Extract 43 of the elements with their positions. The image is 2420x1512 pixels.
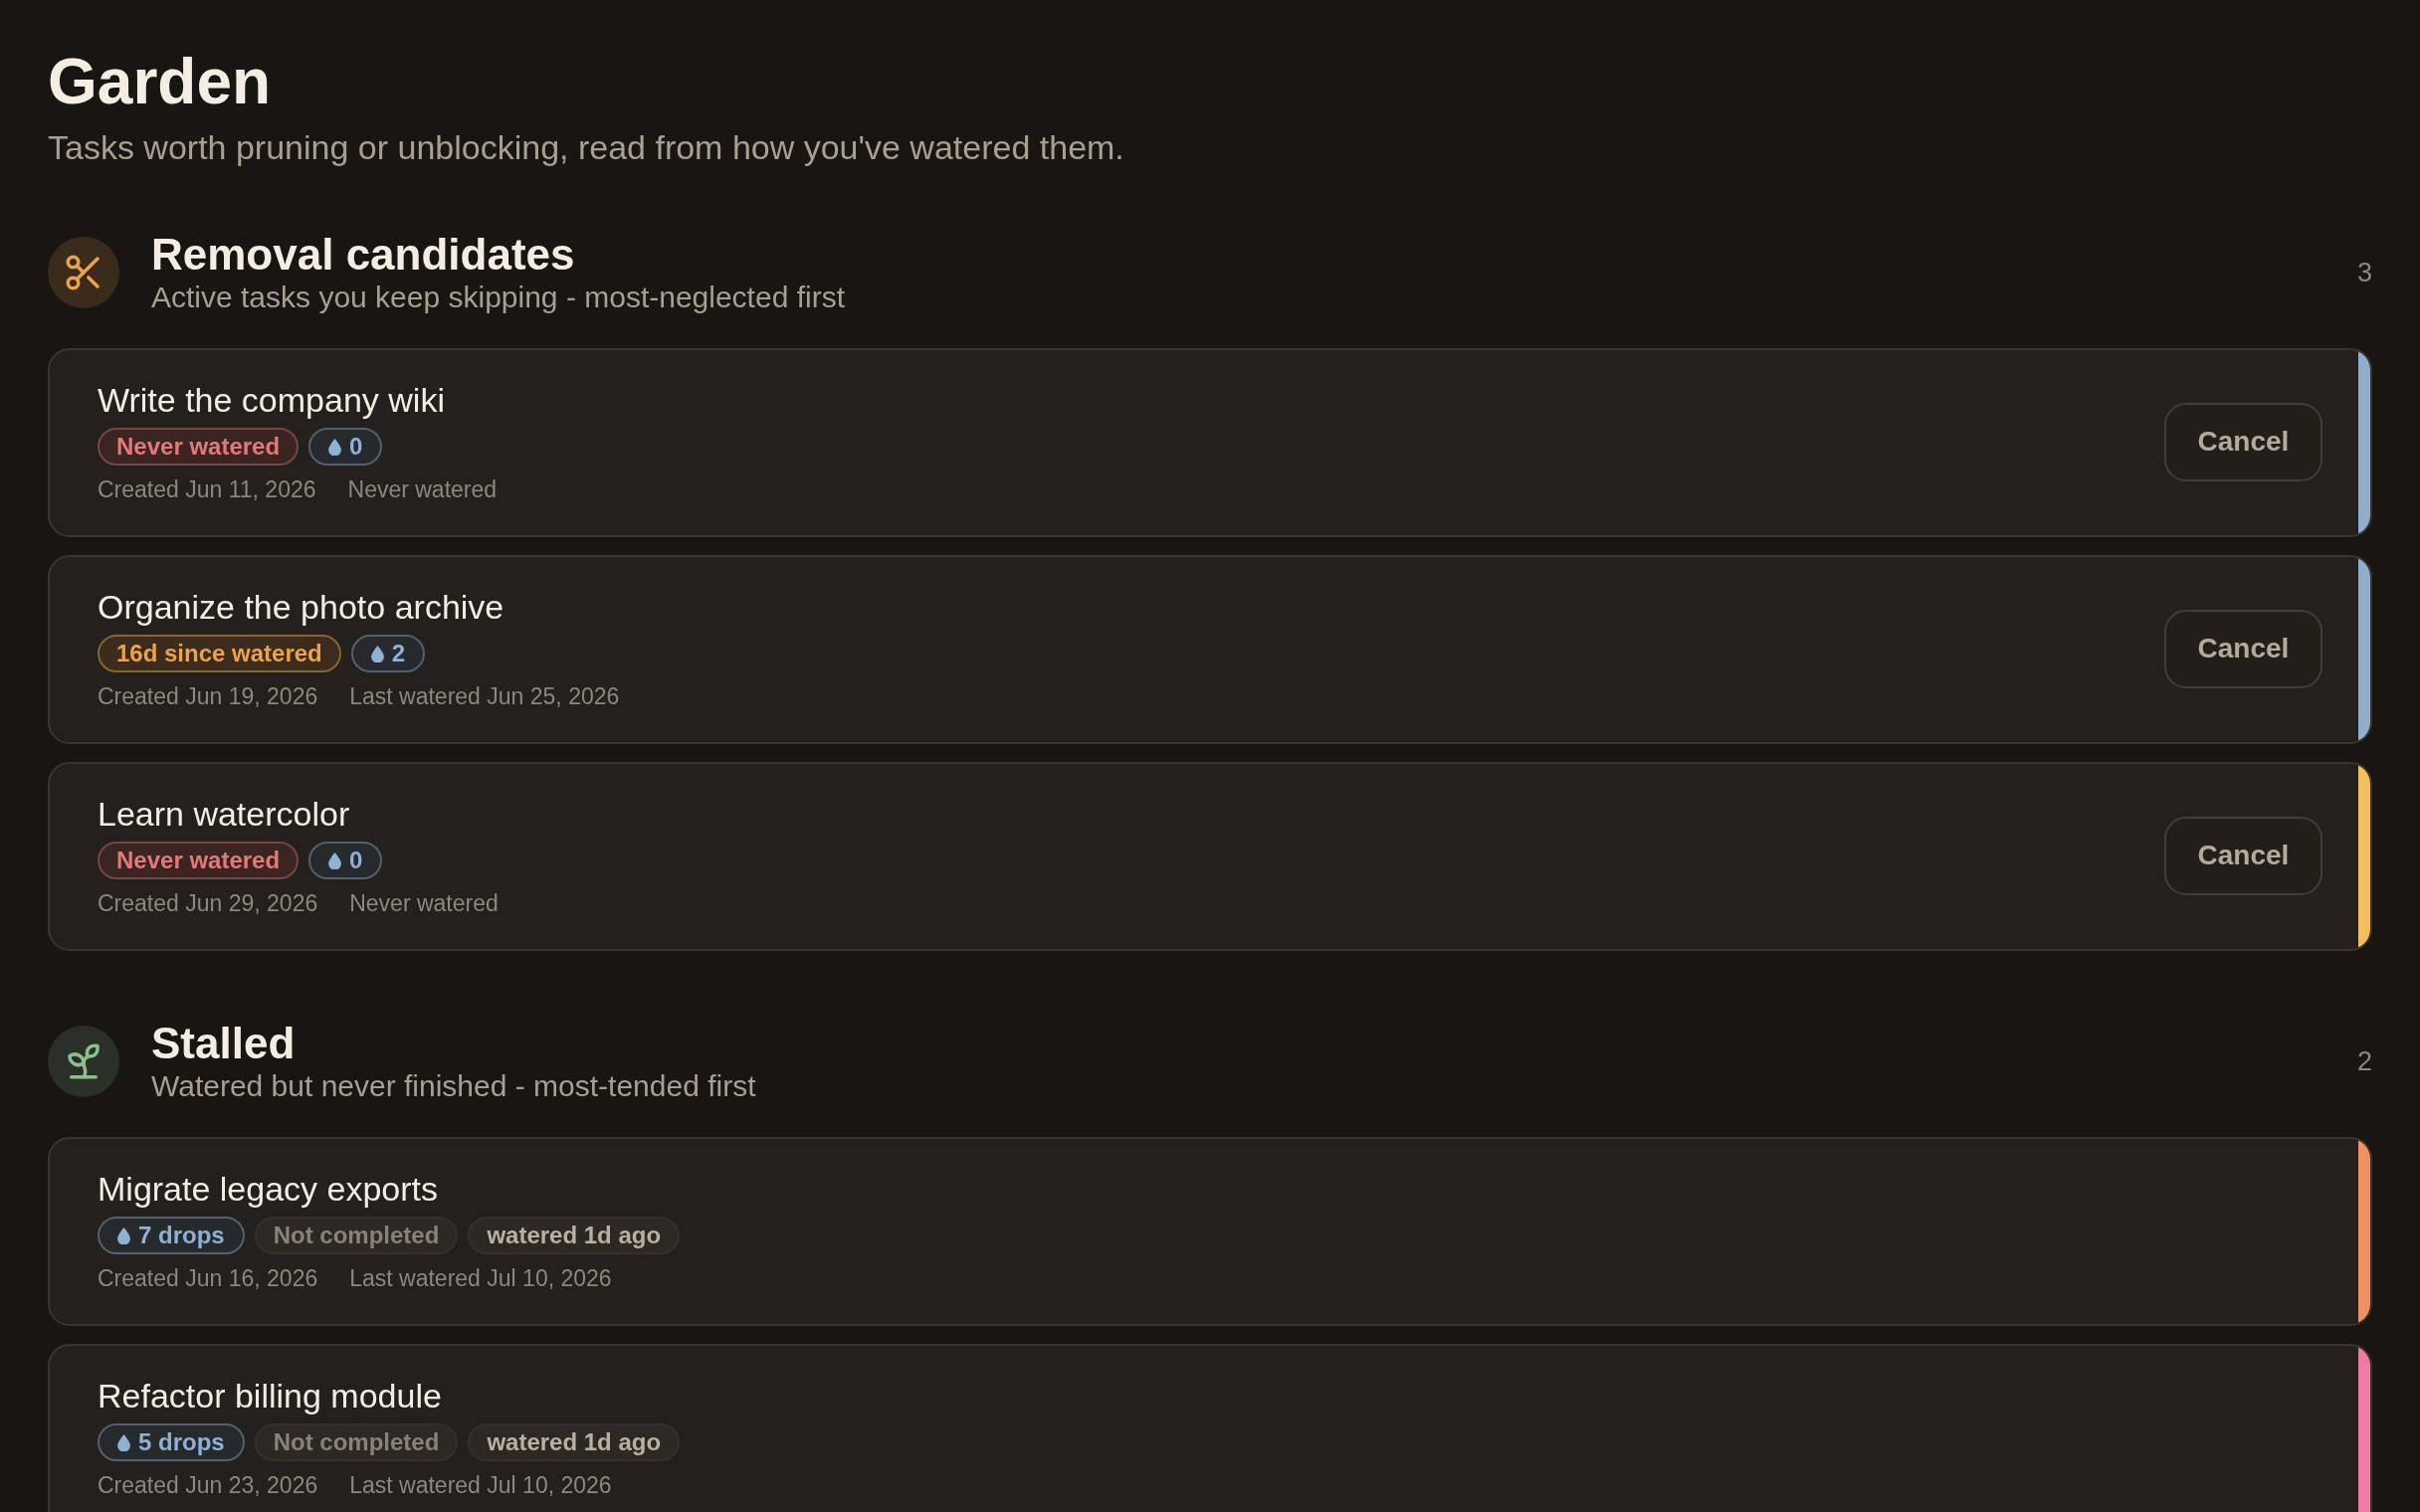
section-title: Removal candidates (151, 230, 575, 280)
watering-note: Never watered (347, 475, 498, 504)
cancel-button[interactable]: Cancel (2164, 402, 2322, 481)
task-title: Refactor billing module (98, 1376, 442, 1417)
page-title: Garden (48, 47, 272, 116)
last-watered-badge: watered 1d ago (468, 1217, 681, 1254)
watering-status-badge: Never watered (98, 842, 300, 879)
section-description: Watered but never finished - most-tended first (151, 1068, 756, 1104)
task-title: Migrate legacy exports (98, 1169, 439, 1210)
drop-icon (117, 1433, 130, 1451)
cancel-button[interactable]: Cancel (2164, 609, 2322, 688)
task-title: Learn watercolor (98, 794, 350, 835)
drop-count: 2 (391, 639, 406, 668)
drop-count: 7 drops (138, 1221, 225, 1250)
watering-note: Last watered Jul 10, 2026 (349, 1471, 612, 1500)
watering-note: Last watered Jul 10, 2026 (349, 1264, 612, 1293)
watering-status-badge: Never watered (98, 428, 300, 466)
drop-icon (117, 1227, 130, 1244)
drop-count: 5 drops (138, 1427, 225, 1457)
created-date: Created Jun 19, 2026 (98, 682, 318, 711)
task-count: 3 (2356, 256, 2372, 289)
watering-note: Last watered Jun 25, 2026 (349, 682, 620, 711)
drop-count: 0 (349, 846, 363, 875)
watering-note: Never watered (349, 889, 499, 918)
created-date: Created Jun 29, 2026 (98, 889, 318, 918)
task-title: Write the company wiki (98, 380, 445, 421)
completion-badge: Not completed (254, 1217, 459, 1254)
task-count: 2 (2356, 1044, 2372, 1078)
created-date: Created Jun 16, 2026 (98, 1264, 318, 1293)
cancel-button[interactable]: Cancel (2164, 816, 2322, 895)
page-subtitle: Tasks worth pruning or unblocking, read from how you've watered them. (48, 127, 1124, 168)
watering-status-badge: 16d since watered (98, 635, 341, 672)
last-watered-badge: watered 1d ago (468, 1423, 681, 1461)
created-date: Created Jun 23, 2026 (98, 1471, 318, 1500)
created-date: Created Jun 11, 2026 (98, 475, 316, 504)
drop-count: 0 (349, 432, 363, 462)
drop-icon (328, 851, 342, 869)
drop-icon (370, 645, 384, 662)
drop-icon (328, 438, 342, 456)
completion-badge: Not completed (254, 1423, 459, 1461)
task-title: Organize the photo archive (98, 587, 504, 628)
section-title: Stalled (151, 1019, 296, 1068)
section-description: Active tasks you keep skipping - most-neglected first (151, 280, 845, 315)
